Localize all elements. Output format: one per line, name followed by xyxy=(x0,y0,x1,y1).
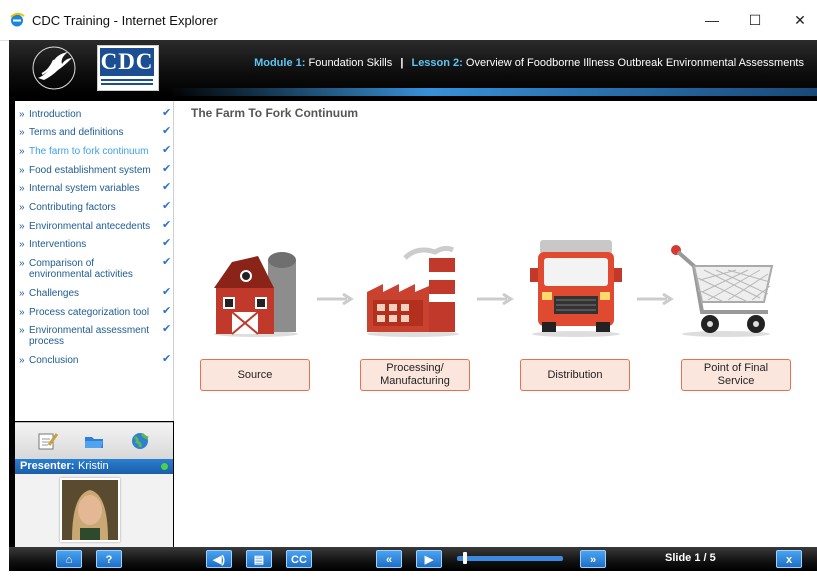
barn-icon xyxy=(214,252,298,337)
folder-icon[interactable] xyxy=(83,431,105,451)
menu-bullet: » xyxy=(19,109,25,120)
menu-bullet: » xyxy=(19,202,25,213)
menu-item-label: Conclusion xyxy=(29,355,79,366)
cdc-logo-rule-2 xyxy=(101,83,153,85)
menu-item-label: Food establishment system xyxy=(29,165,151,176)
presenter-name: Kristin xyxy=(78,460,109,472)
window-bottom-edge xyxy=(0,571,817,588)
menu-bullet: » xyxy=(19,355,25,366)
stage-final-service-button[interactable]: Point of Final Service xyxy=(681,359,791,391)
checkmark-icon: ✔ xyxy=(162,353,172,365)
previous-slide-button[interactable]: « xyxy=(376,550,402,568)
menu-item-label: Contributing factors xyxy=(29,202,116,213)
checkmark-icon: ✔ xyxy=(162,107,172,119)
cdc-logo-text: CDC xyxy=(100,48,154,76)
presenter-pane xyxy=(15,474,173,547)
checkmark-icon: ✔ xyxy=(162,286,172,298)
lesson-name: Overview of Foodborne Illness Outbreak E… xyxy=(465,57,804,69)
transcript-button[interactable]: ▤ xyxy=(246,550,272,568)
module-name: Foundation Skills xyxy=(308,57,393,69)
flow-arrow-icon xyxy=(477,293,514,305)
module-lesson-heading: Module 1: Foundation Skills | Lesson 2: … xyxy=(254,57,804,69)
checkmark-icon: ✔ xyxy=(162,323,172,335)
menu-item-label: Environmental antecedents xyxy=(29,221,151,232)
checkmark-icon: ✔ xyxy=(162,237,172,249)
window-title: CDC Training - Internet Explorer xyxy=(32,13,218,28)
globe-icon[interactable] xyxy=(129,431,151,451)
menu-item-label: Introduction xyxy=(29,109,82,120)
menu-bullet: » xyxy=(19,239,25,250)
resource-toolbar xyxy=(15,422,173,459)
menu-item-label: Process categorization tool xyxy=(29,307,150,318)
maximize-button[interactable]: ☐ xyxy=(740,8,770,32)
presenter-photo xyxy=(60,478,120,542)
menu-item-label: The farm to fork continuum xyxy=(29,146,149,157)
menu-bullet: » xyxy=(19,288,25,299)
next-slide-button[interactable]: » xyxy=(580,550,606,568)
exit-button[interactable]: x xyxy=(776,550,802,568)
menu-item-label: Comparison of environmental activities xyxy=(29,258,133,280)
hhs-eagle-logo-icon xyxy=(32,46,76,90)
heading-separator: | xyxy=(400,57,404,69)
presenter-avatar-icon xyxy=(62,480,118,540)
slide-counter: Slide 1 / 5 xyxy=(665,552,716,564)
menu-item-label: Internal system variables xyxy=(29,183,140,194)
checkmark-icon: ✔ xyxy=(162,181,172,193)
slide-title: The Farm To Fork Continuum xyxy=(191,106,359,120)
home-button[interactable]: ⌂ xyxy=(56,550,82,568)
closed-captions-button[interactable]: CC xyxy=(286,550,312,568)
menu-bullet: » xyxy=(19,325,25,336)
presenter-bar: Presenter: Kristin xyxy=(15,459,173,474)
menu-bullet: » xyxy=(19,183,25,194)
checkmark-icon: ✔ xyxy=(162,256,172,268)
menu-item-label: Environmental assessment process xyxy=(29,325,150,347)
checkmark-icon: ✔ xyxy=(162,219,172,231)
stage-distribution-button[interactable]: Distribution xyxy=(520,359,630,391)
menu-item-label: Interventions xyxy=(29,239,87,250)
window-titlebar: CDC Training - Internet Explorer — ☐ ✕ xyxy=(0,0,817,41)
menu-item-label: Terms and definitions xyxy=(29,127,124,138)
menu-bullet: » xyxy=(19,258,25,269)
lesson-menu: » Introduction ✔ » Terms and definitions ✔ »… xyxy=(15,101,174,421)
audio-button[interactable]: ◀) xyxy=(206,550,232,568)
help-button[interactable]: ? xyxy=(96,550,122,568)
menu-item-label: Challenges xyxy=(29,288,80,299)
checkmark-icon: ✔ xyxy=(162,200,172,212)
stage-source-button[interactable]: Source xyxy=(200,359,310,391)
close-window-button[interactable]: ✕ xyxy=(785,8,815,32)
presenter-label: Presenter: xyxy=(20,460,75,472)
checkmark-icon: ✔ xyxy=(162,125,172,137)
notes-icon[interactable] xyxy=(37,431,59,451)
checkmark-icon: ✔ xyxy=(162,163,172,175)
stage-processing-button[interactable]: Processing/ Manufacturing xyxy=(360,359,470,391)
menu-bullet: » xyxy=(19,146,25,157)
slide-progress-track[interactable] xyxy=(457,556,563,561)
menu-bullet: » xyxy=(19,165,25,176)
cdc-logo-rule xyxy=(101,79,153,81)
play-button[interactable]: ▶ xyxy=(416,550,442,568)
flow-arrow-icon xyxy=(317,293,354,305)
module-label: Module 1: xyxy=(254,57,306,69)
truck-icon xyxy=(530,240,622,337)
menu-bullet: » xyxy=(19,307,25,318)
shopping-cart-icon xyxy=(671,245,774,337)
slide-progress-thumb[interactable] xyxy=(463,552,468,564)
menu-bullet: » xyxy=(19,221,25,232)
lesson-label: Lesson 2: xyxy=(411,57,463,69)
factory-icon xyxy=(367,245,459,337)
presenter-status-indicator xyxy=(161,463,168,470)
menu-bullet: » xyxy=(19,127,25,138)
checkmark-icon: ✔ xyxy=(162,144,172,156)
checkmark-icon: ✔ xyxy=(162,305,172,317)
minimize-button[interactable]: — xyxy=(697,8,727,32)
banner-glow xyxy=(170,88,817,96)
cdc-logo: CDC xyxy=(97,45,159,91)
internet-explorer-icon xyxy=(10,12,25,27)
